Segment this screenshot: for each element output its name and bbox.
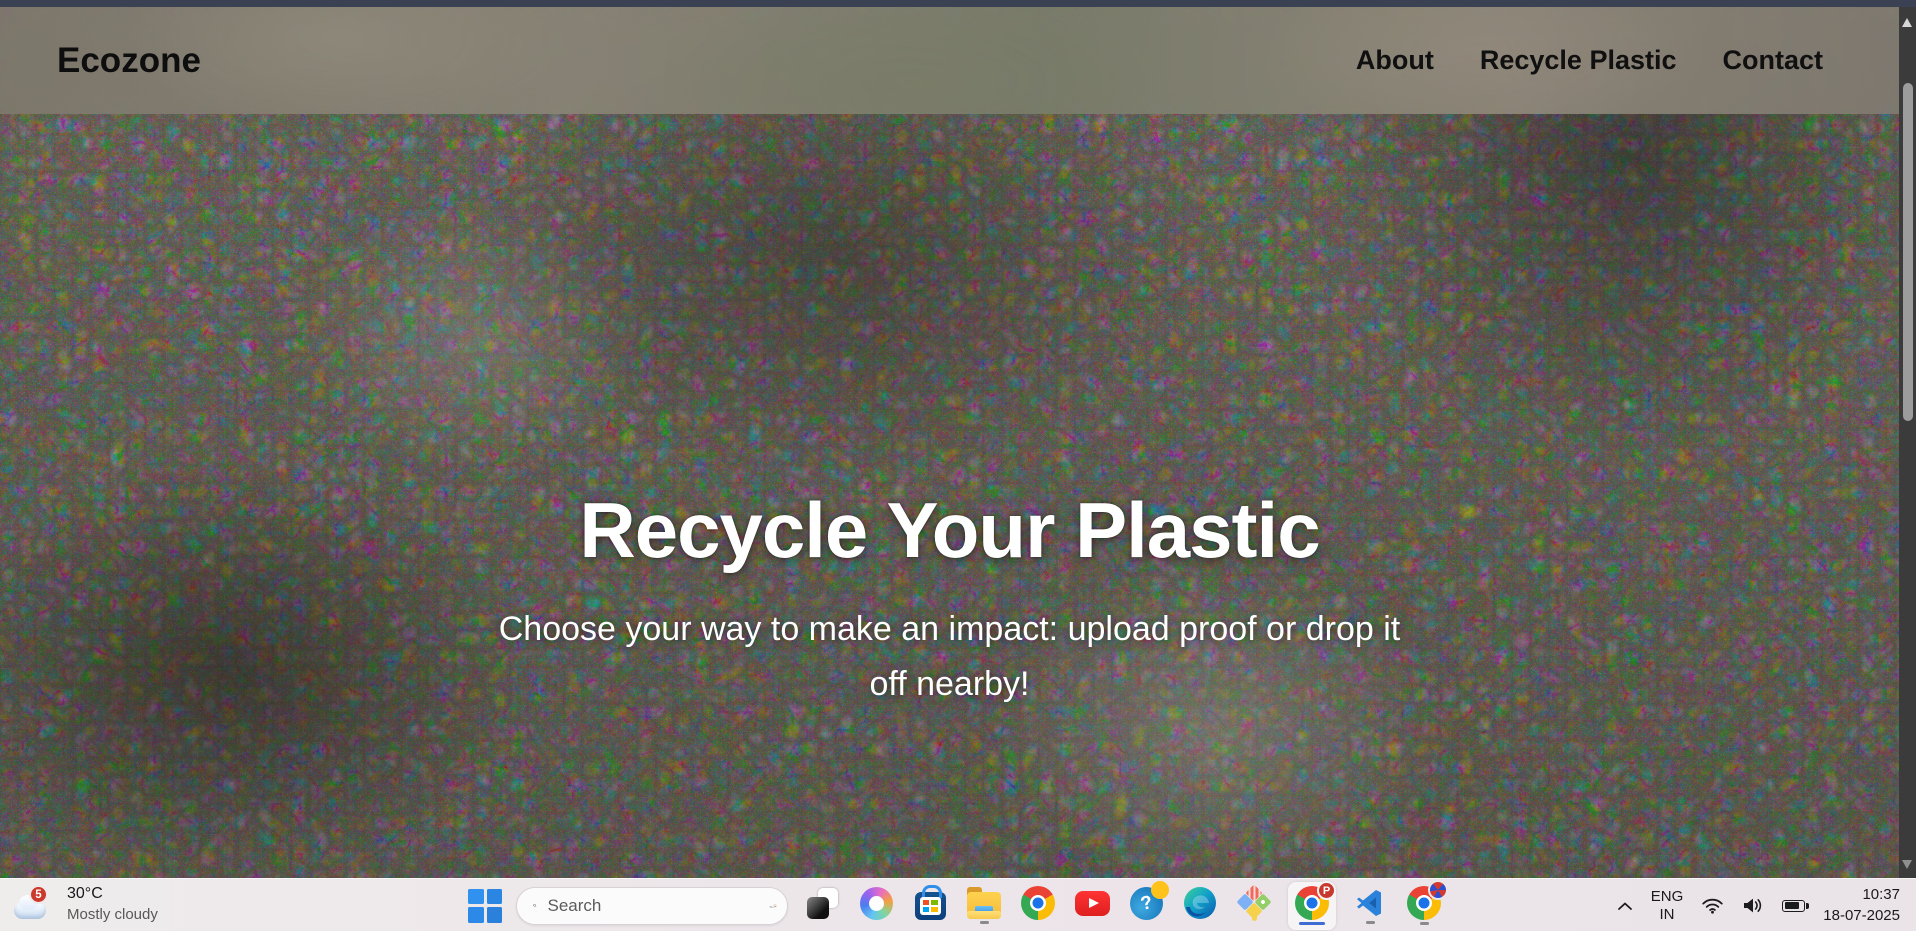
taskbar-app-youtube[interactable] [1072,881,1112,931]
hero-title: Recycle Your Plastic [579,486,1320,574]
copilot-icon [859,886,893,920]
nav-about[interactable]: About [1356,45,1434,76]
search-input[interactable] [547,895,769,916]
hero-subtitle: Choose your way to make an impact: uploa… [450,602,1450,712]
tray-time: 10:37 [1862,886,1900,904]
hero-section: Recycle Your Plastic Choose your way to … [0,7,1899,878]
taskbar-app-microsoft-store[interactable] [910,881,950,931]
speaker-icon [1744,898,1762,913]
task-view-icon [806,887,838,919]
wifi-icon [1702,898,1723,914]
scrollbar-down-arrow-icon[interactable] [1902,860,1912,869]
profile-p-badge: P [1317,881,1336,900]
weather-alert-badge: 5 [29,885,48,905]
taskbar-app-file-explorer[interactable] [964,881,1004,931]
active-indicator [1299,922,1325,925]
chrome-profile-2-icon [1407,880,1448,920]
vscode-icon [1357,890,1381,916]
screen: Recycle Your Plastic Choose your way to … [0,0,1916,931]
microsoft-store-icon [914,884,946,920]
system-tray: ENG IN 10:37 18-07-2025 [1617,879,1900,931]
language-indicator[interactable]: ENG IN [1651,888,1684,924]
language-region: IN [1659,905,1675,923]
hero-text-block: Recycle Your Plastic Choose your way to … [0,486,1899,712]
scrollbar-up-arrow-icon[interactable] [1902,18,1912,27]
wifi-button[interactable] [1701,897,1724,914]
start-button[interactable] [468,888,502,923]
taskbar-app-chrome-profile-p[interactable]: P [1288,881,1336,930]
running-indicator [979,920,989,924]
nav-recycle-plastic[interactable]: Recycle Plastic [1480,45,1677,76]
volume-button[interactable] [1742,897,1764,914]
yellow-dot-badge [1150,880,1169,899]
battery-icon [1782,899,1809,912]
spiral-profile-badge [1428,880,1448,900]
hero-subtitle-line2: off nearby! [869,664,1030,703]
weather-widget[interactable]: 5 30°C Mostly cloudy [14,884,158,924]
battery-button[interactable] [1782,899,1809,912]
page-scrollbar[interactable] [1899,7,1916,878]
taskbar-app-task-view[interactable] [802,881,842,931]
taskbar-app-help[interactable]: ? [1126,880,1169,931]
main-nav: About Recycle Plastic Contact [1356,45,1823,76]
chrome-icon [1021,886,1055,920]
hero-image-shading [0,7,1899,878]
scrollbar-thumb[interactable] [1902,83,1913,421]
tray-date: 18-07-2025 [1823,906,1900,924]
weather-condition: Mostly cloudy [67,905,158,923]
taskbar-search-box[interactable] [516,886,788,925]
browser-window-top-bar [0,0,1916,7]
edge-icon [1184,887,1216,919]
cloud-weather-icon: 5 [14,885,58,923]
youtube-icon [1074,890,1110,916]
windows-logo-icon [468,888,484,904]
chevron-up-icon [1617,902,1632,910]
tray-chevron-up-button[interactable] [1617,901,1633,911]
site-header: Ecozone About Recycle Plastic Contact [0,7,1899,114]
paint-diamond-icon [1236,884,1272,921]
taskbar-app-chrome-profile-2[interactable] [1404,880,1448,931]
clock-widget[interactable]: 10:37 18-07-2025 [1823,885,1900,926]
search-icon [533,904,537,908]
taskbar-app-paint-diamond[interactable] [1234,881,1274,931]
taskbar-app-vscode[interactable] [1350,881,1390,931]
bird-decoration [768,903,777,908]
weather-temperature: 30°C [67,885,103,902]
hero-subtitle-line1: Choose your way to make an impact: uploa… [498,609,1401,648]
running-indicator [1419,922,1429,925]
chrome-profile-p-icon: P [1295,881,1336,920]
taskbar-app-chrome[interactable] [1018,881,1058,931]
taskbar-app-edge[interactable] [1180,881,1220,931]
running-indicator [1365,921,1375,924]
language-code: ENG [1650,887,1684,905]
taskbar-app-copilot[interactable] [856,881,896,931]
windows-taskbar: 5 30°C Mostly cloudy Search ? P ENG IN 1… [0,878,1916,931]
pinned-apps: ? P [802,879,1448,931]
question-mark-app-icon: ? [1129,880,1169,920]
brand-logo[interactable]: Ecozone [57,41,201,81]
nav-contact[interactable]: Contact [1723,45,1824,76]
file-explorer-icon [967,886,1001,919]
